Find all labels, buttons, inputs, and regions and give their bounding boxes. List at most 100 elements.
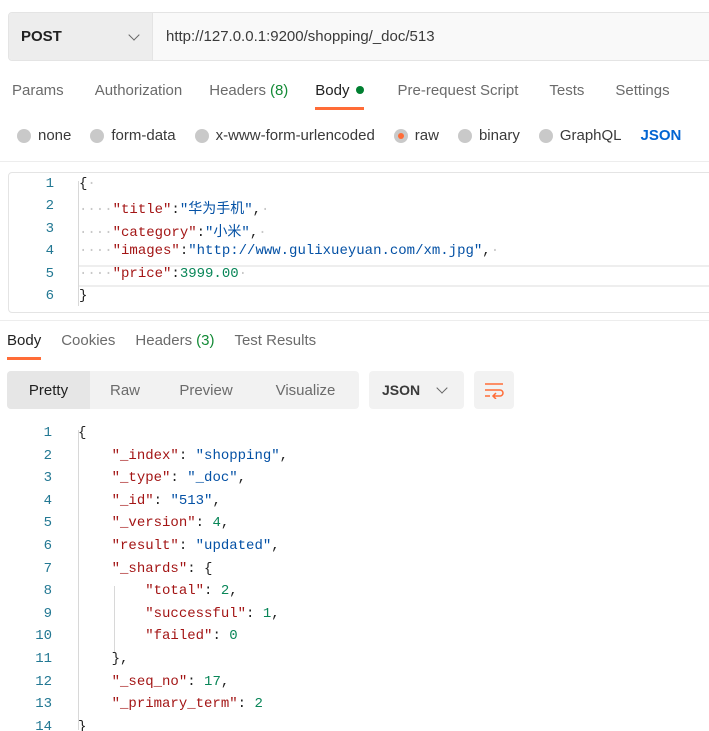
- response-tab-test-results[interactable]: Test Results: [234, 332, 316, 349]
- response-body-viewer[interactable]: 1 {2 "_index": "shopping", 3 "_type": "_do…: [0, 424, 709, 731]
- token-key: "_type": [111, 470, 171, 487]
- response-tabs: Body Cookies Headers (3) Test Results: [7, 332, 316, 360]
- token-key: "_version": [111, 515, 196, 532]
- radio-binary[interactable]: binary: [457, 127, 520, 144]
- line-number: 8: [43, 583, 52, 600]
- token-punct: [78, 674, 112, 690]
- token-punct: }: [78, 718, 87, 731]
- token-punct: ,: [271, 538, 280, 554]
- token-punct: :: [212, 628, 230, 645]
- token-key: "_seq_no": [111, 673, 188, 690]
- code-line: {·: [79, 176, 96, 192]
- response-format-label: JSON: [382, 382, 421, 398]
- tab-label: Settings: [615, 82, 670, 99]
- response-tab-headers[interactable]: Headers (3): [135, 332, 214, 349]
- line-number: 14: [35, 718, 52, 731]
- body-format-select[interactable]: JSON: [641, 127, 682, 144]
- token-whitespace: ·: [261, 202, 270, 219]
- token-key: "result": [111, 538, 179, 554]
- code-line: ····"images":"http://www.gulixueyuan.com…: [79, 243, 499, 259]
- view-mode-preview[interactable]: Preview: [160, 371, 252, 409]
- token-punct: ,: [212, 492, 221, 509]
- line-number: 3: [45, 220, 54, 237]
- radio-circle-icon: [194, 128, 209, 143]
- tab-settings[interactable]: Settings: [615, 82, 669, 99]
- token-punct: : {: [187, 560, 213, 577]
- tab-headers[interactable]: Headers (8): [209, 82, 288, 99]
- view-mode-pretty[interactable]: Pretty: [7, 371, 90, 409]
- line-number: 7: [43, 560, 52, 577]
- token-key: "price": [112, 265, 172, 282]
- token-punct: ,: [220, 673, 230, 690]
- token-punct: ,: [482, 243, 491, 260]
- token-punct: :: [179, 243, 189, 260]
- body-type-options: none form-data x-www-form-urlencoded raw bin…: [17, 127, 681, 144]
- token-whitespace: ····: [79, 224, 113, 241]
- view-mode-raw[interactable]: Raw: [90, 371, 160, 409]
- radio-form-data[interactable]: form-data: [90, 127, 176, 144]
- token-punct: },: [78, 651, 129, 667]
- tab-label: Tests: [549, 82, 585, 99]
- radio-raw[interactable]: raw: [393, 127, 439, 144]
- token-punct: ,: [229, 583, 238, 600]
- token-punct: :: [171, 265, 180, 282]
- token-string: "_doc": [187, 470, 238, 487]
- token-punct: [78, 606, 145, 622]
- token-key: "_shards": [111, 560, 188, 577]
- url-input[interactable]: http://127.0.0.1:9200/shopping/_doc/513: [153, 13, 435, 60]
- line-number: 10: [35, 628, 52, 645]
- tab-count: (8): [269, 82, 289, 99]
- tab-pre-request-script[interactable]: Pre-request Script: [398, 82, 519, 99]
- tab-label: Params: [12, 82, 64, 99]
- token-punct: [78, 628, 145, 644]
- method-select[interactable]: POST: [9, 13, 153, 60]
- tab-body[interactable]: Body: [315, 82, 364, 110]
- code-line: },: [78, 651, 129, 667]
- token-string: "http://www.gulixueyuan.com/xm.jpg": [188, 243, 483, 260]
- response-tab-cookies[interactable]: Cookies: [61, 332, 115, 349]
- tab-tests[interactable]: Tests: [549, 82, 584, 99]
- token-number: 0: [229, 628, 238, 645]
- token-punct: [78, 493, 112, 509]
- tab-label: Authorization: [94, 82, 183, 99]
- tab-authorization[interactable]: Authorization: [95, 82, 183, 99]
- code-line: "_type": "_doc",: [78, 470, 246, 486]
- url-bar: POST http://127.0.0.1:9200/shopping/_doc…: [8, 12, 709, 61]
- radio-x-www-form-urlencoded[interactable]: x-www-form-urlencoded: [194, 127, 375, 144]
- token-number: 2: [220, 583, 230, 600]
- line-number: 6: [43, 538, 52, 554]
- token-punct: [78, 538, 112, 554]
- modified-dot-icon: [355, 86, 364, 94]
- radio-none[interactable]: none: [17, 127, 71, 144]
- token-string: "updated": [195, 538, 272, 554]
- request-tabs: Params Authorization Headers (8) Body Pre-req…: [12, 82, 670, 110]
- code-line: "failed": 0: [78, 628, 238, 645]
- token-number: 2: [254, 696, 263, 713]
- code-line: "_primary_term": 2: [78, 696, 263, 712]
- token-key: "images": [112, 243, 180, 260]
- token-number: 17: [204, 673, 221, 690]
- token-key: "category": [112, 224, 197, 241]
- line-number: 4: [43, 492, 52, 509]
- view-mode-selector: Pretty Raw Preview Visualize: [7, 371, 359, 409]
- chevron-down-icon: [436, 382, 448, 394]
- radio-circle-icon: [393, 128, 408, 143]
- tab-label: Body: [315, 82, 350, 99]
- radio-GraphQL[interactable]: GraphQL: [538, 127, 622, 144]
- code-line: "result": "updated",: [78, 538, 280, 554]
- token-key: "failed": [145, 628, 213, 645]
- wrap-lines-button[interactable]: [474, 371, 514, 409]
- tab-params[interactable]: Params: [12, 82, 64, 99]
- token-punct: :: [246, 605, 263, 622]
- response-format-select[interactable]: JSON: [369, 371, 464, 409]
- token-punct: [78, 561, 112, 577]
- token-key: "total": [145, 583, 205, 600]
- token-string: "shopping": [195, 447, 280, 464]
- code-line: }: [79, 288, 87, 304]
- line-number: 3: [43, 470, 52, 487]
- view-mode-visualize[interactable]: Visualize: [252, 371, 359, 409]
- line-number: 5: [45, 265, 54, 282]
- divider: [0, 320, 709, 321]
- request-body-editor[interactable]: 1 {· 2 ····"title":"华为手机",· 3 ····"category":…: [8, 172, 709, 313]
- response-tab-body[interactable]: Body: [7, 332, 42, 360]
